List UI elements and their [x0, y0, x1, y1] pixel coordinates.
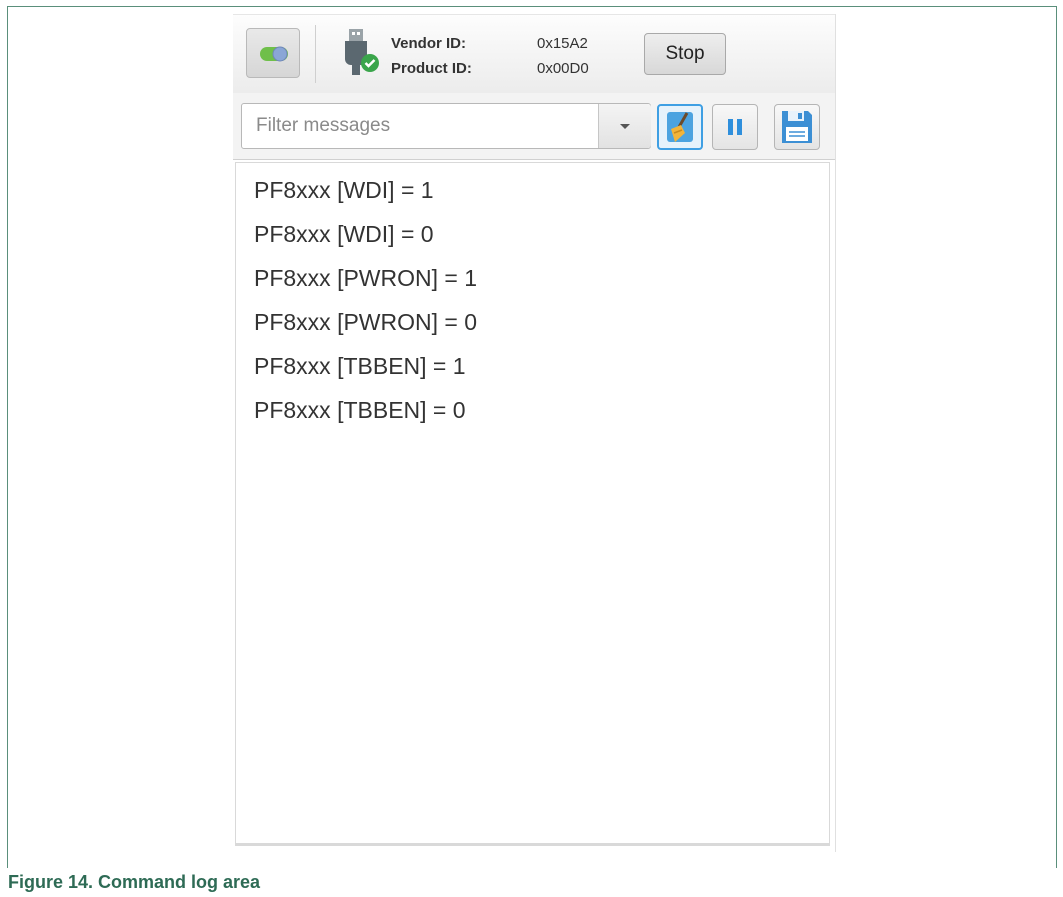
- usb-connected-icon: [337, 27, 381, 84]
- command-log-area[interactable]: PF8xxx [WDI] = 1 PF8xxx [WDI] = 0 PF8xxx…: [235, 162, 830, 846]
- product-id-label: Product ID:: [391, 60, 472, 77]
- figure-frame-left: [7, 6, 8, 868]
- toolbar-separator: [315, 25, 316, 83]
- log-line: PF8xxx [WDI] = 1: [254, 177, 434, 203]
- figure-frame-top: [7, 6, 1057, 7]
- log-line: PF8xxx [PWRON] = 0: [254, 309, 478, 335]
- save-log-button[interactable]: [774, 104, 820, 150]
- broom-icon: [667, 112, 693, 142]
- filter-messages-input[interactable]: [241, 103, 651, 149]
- device-bar: Vendor ID: Product ID: 0x15A2 0x00D0 Sto…: [233, 14, 835, 94]
- connection-toggle-button[interactable]: [246, 28, 300, 78]
- clear-log-button[interactable]: [657, 104, 703, 150]
- device-id-labels: Vendor ID: Product ID:: [391, 31, 472, 81]
- device-id-values: 0x15A2 0x00D0: [537, 31, 589, 81]
- vendor-id-value: 0x15A2: [537, 35, 588, 52]
- pause-icon: [728, 119, 742, 135]
- toggle-switch-icon: [260, 46, 288, 62]
- log-line: PF8xxx [WDI] = 0: [254, 221, 434, 247]
- pause-button[interactable]: [712, 104, 758, 150]
- figure-frame-right: [1056, 6, 1057, 868]
- filter-dropdown-button[interactable]: [598, 104, 651, 148]
- floppy-disk-icon: [782, 111, 812, 143]
- stop-button[interactable]: Stop: [644, 33, 726, 75]
- filter-toolbar: [233, 93, 835, 160]
- chevron-down-icon: [620, 124, 630, 129]
- command-log-panel: Vendor ID: Product ID: 0x15A2 0x00D0 Sto…: [233, 14, 836, 852]
- product-id-value: 0x00D0: [537, 60, 589, 77]
- log-line: PF8xxx [TBBEN] = 1: [254, 353, 466, 379]
- log-line: PF8xxx [PWRON] = 1: [254, 265, 478, 291]
- vendor-id-label: Vendor ID:: [391, 35, 467, 52]
- figure-caption: Figure 14. Command log area: [8, 872, 261, 892]
- log-line: PF8xxx [TBBEN] = 0: [254, 397, 466, 423]
